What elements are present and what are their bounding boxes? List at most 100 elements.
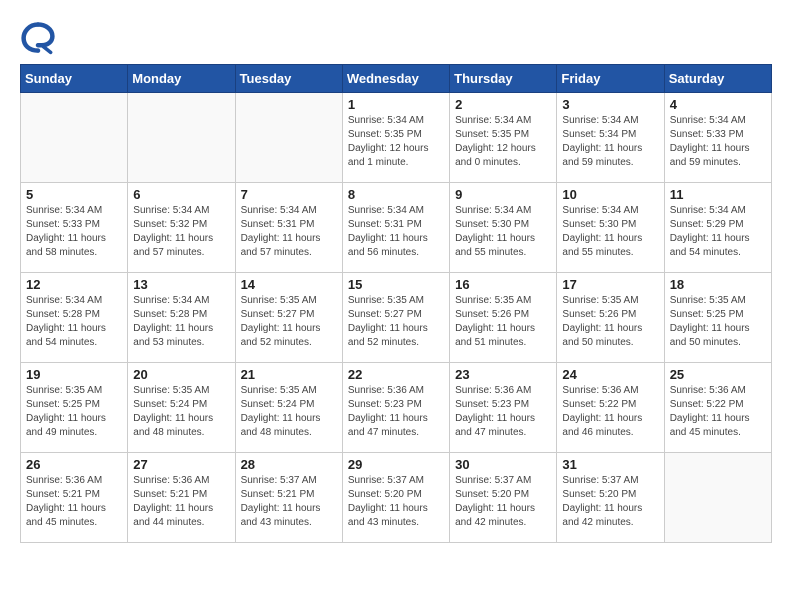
calendar-day-cell: 17 Sunrise: 5:35 AM Sunset: 5:26 PM Dayli… <box>557 273 664 363</box>
calendar-header-wednesday: Wednesday <box>342 65 449 93</box>
calendar-week-row: 19 Sunrise: 5:35 AM Sunset: 5:25 PM Dayli… <box>21 363 772 453</box>
day-number: 9 <box>455 187 551 202</box>
day-info: Sunrise: 5:35 AM Sunset: 5:24 PM Dayligh… <box>133 384 229 440</box>
day-number: 19 <box>26 367 122 382</box>
calendar-day-cell: 3Sunrise: 5:34 AM Sunset: 5:34 PM Daylig… <box>557 93 664 183</box>
calendar-header-row: SundayMondayTuesdayWednesdayThursdayFrid… <box>21 65 772 93</box>
calendar-day-cell <box>664 453 771 543</box>
day-info: Sunrise: 5:34 AM Sunset: 5:35 PM Dayligh… <box>455 114 551 170</box>
calendar-day-cell: 12 Sunrise: 5:34 AM Sunset: 5:28 PM Dayli… <box>21 273 128 363</box>
day-info: Sunrise: 5:34 AM Sunset: 5:31 PM Dayligh… <box>241 204 337 260</box>
calendar-day-cell: 7 Sunrise: 5:34 AM Sunset: 5:31 PM Daylig… <box>235 183 342 273</box>
calendar-day-cell: 24 Sunrise: 5:36 AM Sunset: 5:22 PM Dayli… <box>557 363 664 453</box>
day-info: Sunrise: 5:34 AM Sunset: 5:35 PM Dayligh… <box>348 114 444 170</box>
day-number: 21 <box>241 367 337 382</box>
calendar-day-cell: 13 Sunrise: 5:34 AM Sunset: 5:28 PM Dayli… <box>128 273 235 363</box>
day-number: 10 <box>562 187 658 202</box>
calendar-header-thursday: Thursday <box>450 65 557 93</box>
calendar-day-cell: 18Sunrise: 5:35 AM Sunset: 5:25 PM Dayli… <box>664 273 771 363</box>
day-info: Sunrise: 5:36 AM Sunset: 5:21 PM Dayligh… <box>26 474 122 530</box>
day-info: Sunrise: 5:35 AM Sunset: 5:26 PM Dayligh… <box>562 294 658 350</box>
day-number: 26 <box>26 457 122 472</box>
day-number: 29 <box>348 457 444 472</box>
day-info: Sunrise: 5:35 AM Sunset: 5:24 PM Dayligh… <box>241 384 337 440</box>
calendar-day-cell: 14 Sunrise: 5:35 AM Sunset: 5:27 PM Dayli… <box>235 273 342 363</box>
calendar-day-cell: 27Sunrise: 5:36 AM Sunset: 5:21 PM Dayli… <box>128 453 235 543</box>
day-number: 15 <box>348 277 444 292</box>
day-info: Sunrise: 5:37 AM Sunset: 5:21 PM Dayligh… <box>241 474 337 530</box>
day-number: 14 <box>241 277 337 292</box>
calendar-day-cell: 9 Sunrise: 5:34 AM Sunset: 5:30 PM Daylig… <box>450 183 557 273</box>
day-number: 4 <box>670 97 766 112</box>
day-info: Sunrise: 5:34 AM Sunset: 5:28 PM Dayligh… <box>26 294 122 350</box>
day-number: 8 <box>348 187 444 202</box>
day-number: 27 <box>133 457 229 472</box>
calendar-day-cell: 20 Sunrise: 5:35 AM Sunset: 5:24 PM Dayli… <box>128 363 235 453</box>
day-number: 25 <box>670 367 766 382</box>
day-number: 17 <box>562 277 658 292</box>
calendar-header-friday: Friday <box>557 65 664 93</box>
day-number: 20 <box>133 367 229 382</box>
day-number: 31 <box>562 457 658 472</box>
calendar-day-cell: 10Sunrise: 5:34 AM Sunset: 5:30 PM Dayli… <box>557 183 664 273</box>
day-info: Sunrise: 5:34 AM Sunset: 5:32 PM Dayligh… <box>133 204 229 260</box>
day-info: Sunrise: 5:35 AM Sunset: 5:26 PM Dayligh… <box>455 294 551 350</box>
calendar-day-cell: 31 Sunrise: 5:37 AM Sunset: 5:20 PM Dayli… <box>557 453 664 543</box>
day-number: 24 <box>562 367 658 382</box>
calendar-week-row: 26 Sunrise: 5:36 AM Sunset: 5:21 PM Dayli… <box>21 453 772 543</box>
calendar-day-cell: 30 Sunrise: 5:37 AM Sunset: 5:20 PM Dayli… <box>450 453 557 543</box>
day-info: Sunrise: 5:36 AM Sunset: 5:22 PM Dayligh… <box>562 384 658 440</box>
calendar-header-monday: Monday <box>128 65 235 93</box>
day-number: 16 <box>455 277 551 292</box>
calendar-day-cell <box>21 93 128 183</box>
calendar-day-cell: 26 Sunrise: 5:36 AM Sunset: 5:21 PM Dayli… <box>21 453 128 543</box>
day-info: Sunrise: 5:34 AM Sunset: 5:31 PM Dayligh… <box>348 204 444 260</box>
calendar-day-cell: 15 Sunrise: 5:35 AM Sunset: 5:27 PM Dayli… <box>342 273 449 363</box>
day-info: Sunrise: 5:35 AM Sunset: 5:27 PM Dayligh… <box>241 294 337 350</box>
calendar-day-cell: 5Sunrise: 5:34 AM Sunset: 5:33 PM Daylig… <box>21 183 128 273</box>
day-number: 12 <box>26 277 122 292</box>
day-info: Sunrise: 5:34 AM Sunset: 5:28 PM Dayligh… <box>133 294 229 350</box>
calendar-day-cell: 21 Sunrise: 5:35 AM Sunset: 5:24 PM Dayli… <box>235 363 342 453</box>
calendar-day-cell <box>235 93 342 183</box>
calendar-header-sunday: Sunday <box>21 65 128 93</box>
day-info: Sunrise: 5:37 AM Sunset: 5:20 PM Dayligh… <box>455 474 551 530</box>
day-info: Sunrise: 5:34 AM Sunset: 5:33 PM Dayligh… <box>670 114 766 170</box>
calendar-day-cell: 4 Sunrise: 5:34 AM Sunset: 5:33 PM Daylig… <box>664 93 771 183</box>
day-number: 7 <box>241 187 337 202</box>
calendar-day-cell: 19 Sunrise: 5:35 AM Sunset: 5:25 PM Dayli… <box>21 363 128 453</box>
calendar-day-cell: 8 Sunrise: 5:34 AM Sunset: 5:31 PM Daylig… <box>342 183 449 273</box>
day-info: Sunrise: 5:37 AM Sunset: 5:20 PM Dayligh… <box>348 474 444 530</box>
calendar-day-cell: 16 Sunrise: 5:35 AM Sunset: 5:26 PM Dayli… <box>450 273 557 363</box>
calendar-day-cell: 11Sunrise: 5:34 AM Sunset: 5:29 PM Dayli… <box>664 183 771 273</box>
day-number: 1 <box>348 97 444 112</box>
day-number: 23 <box>455 367 551 382</box>
calendar-week-row: 1 Sunrise: 5:34 AM Sunset: 5:35 PM Daylig… <box>21 93 772 183</box>
day-info: Sunrise: 5:35 AM Sunset: 5:27 PM Dayligh… <box>348 294 444 350</box>
calendar-day-cell: 25 Sunrise: 5:36 AM Sunset: 5:22 PM Dayli… <box>664 363 771 453</box>
calendar-header-tuesday: Tuesday <box>235 65 342 93</box>
calendar-header-saturday: Saturday <box>664 65 771 93</box>
page-header <box>20 20 772 56</box>
day-number: 30 <box>455 457 551 472</box>
day-info: Sunrise: 5:37 AM Sunset: 5:20 PM Dayligh… <box>562 474 658 530</box>
calendar-day-cell: 22Sunrise: 5:36 AM Sunset: 5:23 PM Dayli… <box>342 363 449 453</box>
day-number: 2 <box>455 97 551 112</box>
day-info: Sunrise: 5:34 AM Sunset: 5:34 PM Dayligh… <box>562 114 658 170</box>
day-info: Sunrise: 5:35 AM Sunset: 5:25 PM Dayligh… <box>26 384 122 440</box>
day-info: Sunrise: 5:36 AM Sunset: 5:23 PM Dayligh… <box>348 384 444 440</box>
day-info: Sunrise: 5:36 AM Sunset: 5:22 PM Dayligh… <box>670 384 766 440</box>
day-number: 28 <box>241 457 337 472</box>
day-info: Sunrise: 5:34 AM Sunset: 5:30 PM Dayligh… <box>455 204 551 260</box>
calendar-week-row: 12 Sunrise: 5:34 AM Sunset: 5:28 PM Dayli… <box>21 273 772 363</box>
calendar-day-cell: 1 Sunrise: 5:34 AM Sunset: 5:35 PM Daylig… <box>342 93 449 183</box>
logo <box>20 20 60 56</box>
day-number: 5 <box>26 187 122 202</box>
logo-icon <box>20 20 56 56</box>
calendar-day-cell: 6Sunrise: 5:34 AM Sunset: 5:32 PM Daylig… <box>128 183 235 273</box>
day-info: Sunrise: 5:35 AM Sunset: 5:25 PM Dayligh… <box>670 294 766 350</box>
day-info: Sunrise: 5:34 AM Sunset: 5:29 PM Dayligh… <box>670 204 766 260</box>
day-number: 13 <box>133 277 229 292</box>
calendar-table: SundayMondayTuesdayWednesdayThursdayFrid… <box>20 64 772 543</box>
calendar-day-cell: 28 Sunrise: 5:37 AM Sunset: 5:21 PM Dayli… <box>235 453 342 543</box>
